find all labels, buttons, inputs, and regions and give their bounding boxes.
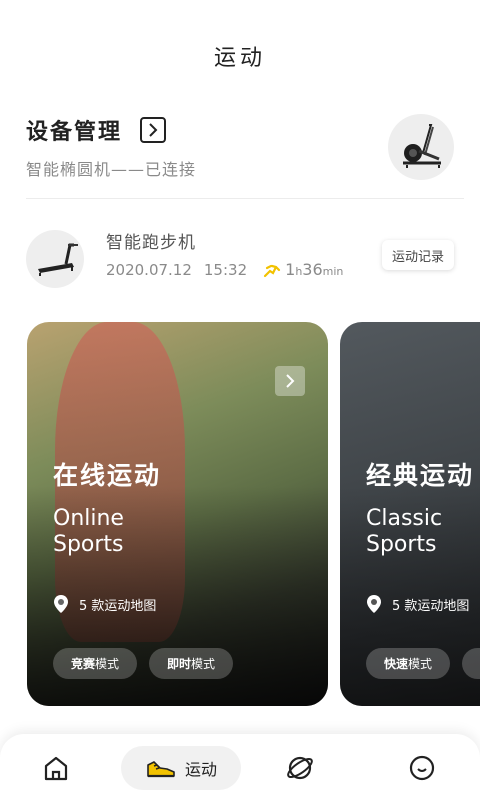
chevron-right-icon[interactable] bbox=[275, 366, 305, 396]
running-icon bbox=[264, 264, 281, 277]
instant-mode-button[interactable]: 即时 模式 bbox=[149, 648, 234, 679]
nav-home[interactable] bbox=[34, 746, 78, 790]
treadmill-icon bbox=[26, 230, 84, 288]
card-modes: 竞赛 模式 即时 模式 bbox=[53, 648, 245, 679]
home-icon bbox=[44, 756, 68, 781]
chevron-right-icon[interactable] bbox=[140, 117, 167, 143]
mode-button-partial[interactable] bbox=[462, 648, 480, 679]
card-modes: 快速 模式 bbox=[366, 648, 480, 679]
treadmill-last-session: 2020.07.12 15:32 1 h 36 min bbox=[106, 260, 343, 279]
map-pin-icon bbox=[54, 595, 68, 613]
sport-record-button[interactable]: 运动记录 bbox=[381, 240, 454, 270]
mode-name: 快速 bbox=[384, 657, 409, 671]
card-title-cn: 经典运动 bbox=[366, 461, 475, 490]
mode-suffix: 模式 bbox=[408, 657, 433, 671]
duration-minutes-unit: min bbox=[322, 265, 344, 278]
quick-mode-button[interactable]: 快速 模式 bbox=[366, 648, 451, 679]
smiley-icon bbox=[409, 755, 435, 781]
map-pin-icon bbox=[367, 595, 381, 613]
session-date: 2020.07.12 bbox=[106, 260, 192, 279]
card-title-en-line2: Sports bbox=[53, 532, 124, 557]
elliptical-machine-icon[interactable] bbox=[388, 114, 454, 180]
card-title-cn: 在线运动 bbox=[53, 461, 162, 490]
section-divider bbox=[26, 198, 464, 199]
mode-suffix: 模式 bbox=[191, 657, 216, 671]
page-title: 运动 bbox=[213, 46, 266, 71]
card-map-count: 5 款运动地图 bbox=[53, 594, 156, 614]
classic-sports-card[interactable]: 经典运动 Classic Sports 5 款运动地图 快速 模式 bbox=[340, 322, 480, 706]
mode-name: 即时 bbox=[167, 657, 192, 671]
card-title-en-line2: Sports bbox=[366, 532, 437, 557]
treadmill-name: 智能跑步机 bbox=[106, 233, 196, 253]
sport-cards-carousel[interactable]: 在线运动 Online Sports 5 款运动地图 竞赛 模式 即时 模式 经典运… bbox=[0, 322, 480, 710]
card-title-en-line1: Classic bbox=[366, 506, 443, 531]
device-connection-status: 智能椭圆机——已连接 bbox=[26, 160, 197, 179]
bottom-navigation: 运动 bbox=[0, 734, 480, 800]
card-title-en-line1: Online bbox=[53, 506, 124, 531]
online-sports-card[interactable]: 在线运动 Online Sports 5 款运动地图 竞赛 模式 即时 模式 bbox=[27, 322, 328, 706]
mode-name: 竞赛 bbox=[71, 657, 96, 671]
treadmill-entry: 智能跑步机 2020.07.12 15:32 1 h 36 min 运动记录 bbox=[26, 222, 454, 288]
nav-profile[interactable] bbox=[400, 746, 444, 790]
race-mode-button[interactable]: 竞赛 模式 bbox=[53, 648, 138, 679]
duration-hours: 1 bbox=[285, 260, 296, 279]
card-title-en: Online Sports bbox=[53, 506, 124, 558]
map-count-text: 5 款运动地图 bbox=[79, 598, 157, 614]
nav-discover[interactable] bbox=[278, 746, 322, 790]
session-time: 15:32 bbox=[203, 260, 248, 279]
device-title-row[interactable]: 设备管理 bbox=[26, 114, 167, 146]
duration-hours-unit: h bbox=[295, 265, 303, 278]
nav-sport-label: 运动 bbox=[184, 760, 217, 779]
nav-sport[interactable]: 运动 bbox=[121, 746, 241, 790]
session-duration: 1 h 36 min bbox=[263, 260, 343, 279]
sneaker-icon bbox=[147, 761, 175, 778]
device-management-title: 设备管理 bbox=[26, 120, 123, 145]
duration-minutes: 36 bbox=[302, 260, 323, 279]
map-count-text: 5 款运动地图 bbox=[392, 598, 470, 614]
device-management: 设备管理 智能椭圆机——已连接 bbox=[26, 104, 454, 196]
mode-suffix: 模式 bbox=[95, 657, 120, 671]
card-title-en: Classic Sports bbox=[366, 506, 442, 558]
planet-icon bbox=[287, 756, 313, 780]
card-map-count: 5 款运动地图 bbox=[366, 594, 469, 614]
